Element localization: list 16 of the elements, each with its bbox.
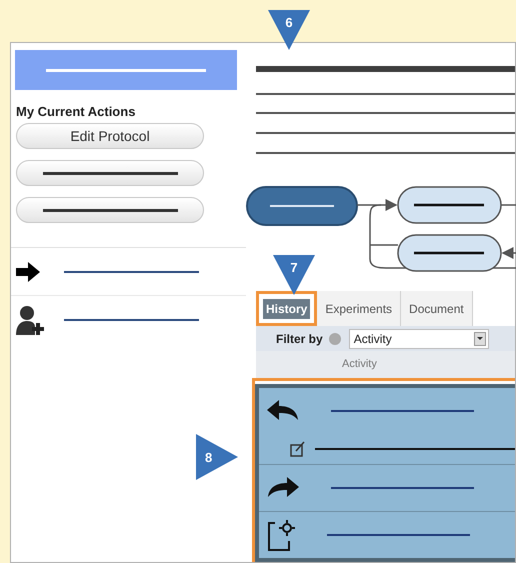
filter-label: Filter by (276, 330, 323, 348)
add-user-icon (16, 305, 44, 335)
undo-arrow-icon (267, 400, 299, 422)
edit-note-icon (289, 440, 307, 458)
right-arrow-icon (16, 262, 40, 282)
help-icon (328, 332, 341, 345)
column-header: Activity (342, 357, 377, 372)
tab[interactable]: Experiments (317, 290, 402, 326)
redo-arrow-icon (267, 477, 299, 500)
action-button[interactable]: Edit Protocol (16, 123, 204, 149)
filter-dropdown[interactable]: Activity (348, 328, 489, 349)
action-button[interactable] (16, 160, 204, 186)
action-button[interactable] (16, 197, 204, 223)
new-document-icon (267, 519, 295, 552)
tab[interactable]: Document (401, 290, 473, 326)
section-title: My Current Actions (16, 104, 136, 120)
